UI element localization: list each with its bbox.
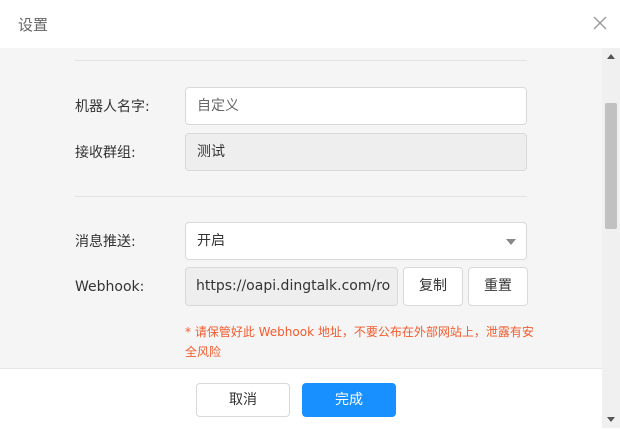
webhook-label: Webhook: bbox=[75, 279, 145, 295]
done-button[interactable]: 完成 bbox=[302, 383, 396, 417]
dialog-header: 设置 bbox=[0, 0, 620, 49]
push-label: 消息推送: bbox=[75, 234, 136, 250]
webhook-warning: * 请保管好此 Webhook 地址，不要公布在外部网站上，泄露有安全风险 bbox=[185, 325, 534, 359]
robot-name-label: 机器人名字: bbox=[75, 99, 150, 115]
dialog-title: 设置 bbox=[18, 16, 49, 34]
scrollbar-thumb[interactable] bbox=[605, 103, 617, 229]
robot-name-input[interactable] bbox=[185, 87, 527, 125]
divider bbox=[75, 196, 527, 197]
scroll-down-icon[interactable] bbox=[607, 417, 615, 422]
reset-button[interactable]: 重置 bbox=[468, 267, 528, 306]
settings-form: 机器人名字: 接收群组: 测试 消息推送: 开启 Webhook: https:… bbox=[0, 48, 602, 368]
group-field: 测试 bbox=[185, 133, 527, 171]
cancel-button[interactable]: 取消 bbox=[196, 383, 290, 417]
scrollbar[interactable] bbox=[602, 48, 620, 428]
dialog-footer: 取消 完成 bbox=[0, 368, 602, 429]
settings-dialog: 设置 机器人名字: 接收群组: 测试 消息推送: 开启 Webhook: bbox=[0, 0, 620, 429]
push-select[interactable]: 开启 bbox=[185, 222, 527, 260]
chevron-down-icon bbox=[506, 239, 516, 245]
close-icon[interactable] bbox=[592, 15, 608, 31]
push-select-value: 开启 bbox=[197, 233, 225, 249]
webhook-field: https://oapi.dingtalk.com/ro bbox=[185, 267, 398, 306]
scroll-up-icon[interactable] bbox=[607, 54, 615, 59]
webhook-value: https://oapi.dingtalk.com/ro bbox=[196, 278, 391, 294]
dialog-body[interactable]: 机器人名字: 接收群组: 测试 消息推送: 开启 Webhook: https:… bbox=[0, 48, 602, 368]
group-label: 接收群组: bbox=[75, 145, 136, 161]
group-value: 测试 bbox=[197, 144, 225, 160]
copy-button[interactable]: 复制 bbox=[403, 267, 463, 306]
divider bbox=[75, 60, 527, 61]
